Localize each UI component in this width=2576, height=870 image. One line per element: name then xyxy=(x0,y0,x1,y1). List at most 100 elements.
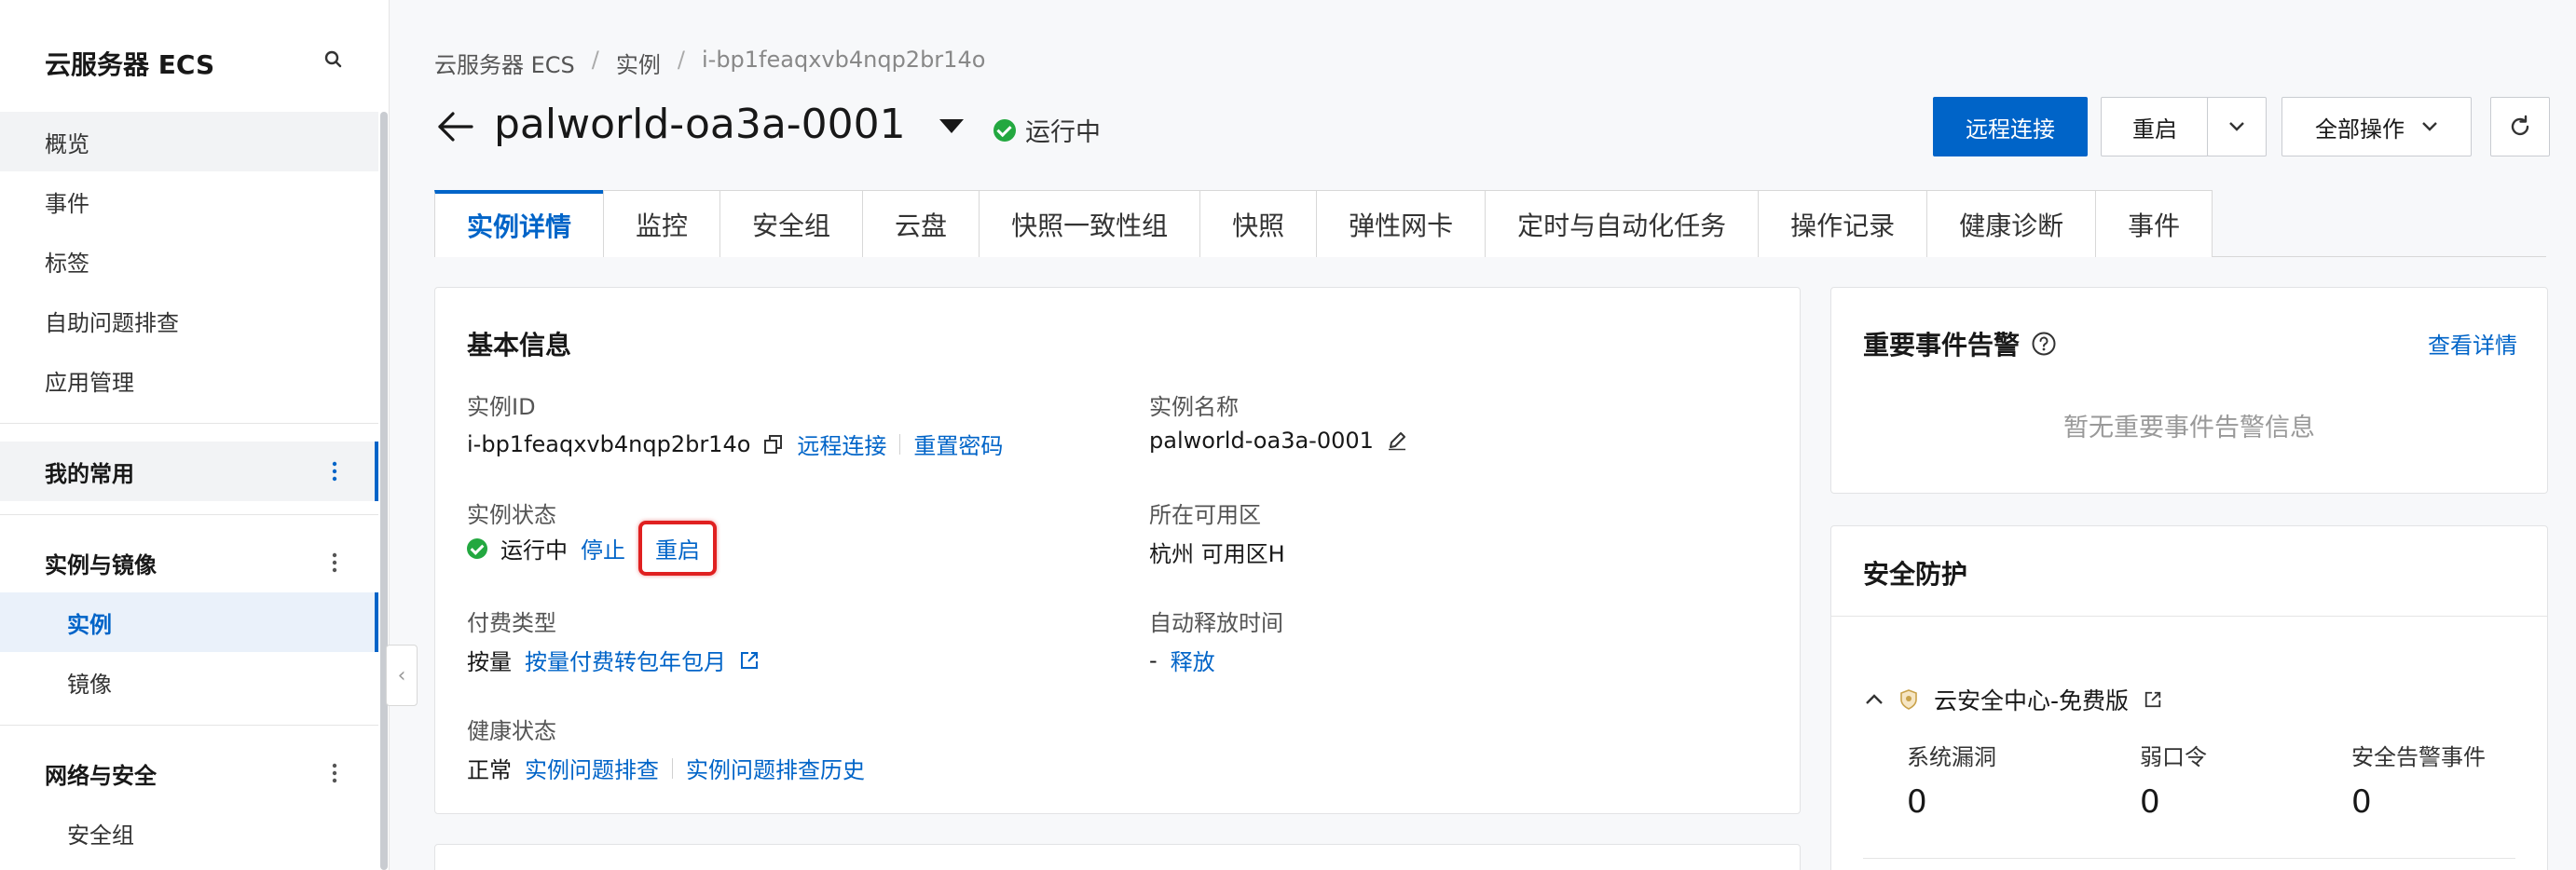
alerts-empty-text: 暂无重要事件告警信息 xyxy=(2063,414,2315,442)
sidebar-item-self-troubleshoot[interactable]: 自助问题排查 xyxy=(0,291,378,350)
check-circle-icon xyxy=(993,118,1016,142)
more-icon[interactable] xyxy=(332,551,337,574)
check-circle-icon xyxy=(467,537,487,559)
chevron-left-icon: ‹ xyxy=(397,663,406,687)
instance-name-label: 实例名称 xyxy=(1149,394,1239,420)
tab-disks[interactable]: 云盘 xyxy=(862,190,980,257)
stop-link[interactable]: 停止 xyxy=(581,532,625,564)
remote-connect-button[interactable]: 远程连接 xyxy=(1933,97,2088,156)
sidebar-group-network-security[interactable]: 网络与安全 xyxy=(0,743,378,803)
release-link[interactable]: 释放 xyxy=(1171,644,1215,676)
tab-eni[interactable]: 弹性网卡 xyxy=(1316,190,1486,257)
auto-release-label: 自动释放时间 xyxy=(1149,610,1283,636)
breadcrumb-instances[interactable]: 实例 xyxy=(616,47,661,79)
edit-icon[interactable] xyxy=(1387,430,1407,451)
sidebar: 云服务器 ECS 概览 事件 标签 自助问题排查 应用管理 我的常用 实例与镜像… xyxy=(0,0,390,870)
reset-password-link[interactable]: 重置密码 xyxy=(913,428,1003,460)
tab-snapshot-consistency-groups[interactable]: 快照一致性组 xyxy=(979,190,1200,257)
caret-down-icon[interactable] xyxy=(939,119,964,134)
tab-events[interactable]: 事件 xyxy=(2095,190,2213,257)
chevron-down-icon xyxy=(2422,122,2437,131)
instance-troubleshoot-link[interactable]: 实例问题排查 xyxy=(525,752,659,784)
breadcrumb-current: i-bp1feaqxvb4nqp2br14o xyxy=(701,47,986,73)
zone-label: 所在可用区 xyxy=(1149,502,1261,528)
sidebar-item-instances[interactable]: 实例 xyxy=(0,592,378,652)
convert-subscription-link[interactable]: 按量付费转包年包月 xyxy=(525,644,726,676)
copy-icon[interactable] xyxy=(763,434,784,455)
refresh-icon xyxy=(2511,115,2529,136)
sidebar-item-overview[interactable]: 概览 xyxy=(0,112,378,171)
system-vulnerabilities-count[interactable]: 0 xyxy=(1907,783,1927,821)
weak-password-label: 弱口令 xyxy=(2140,744,2207,770)
tab-security-groups[interactable]: 安全组 xyxy=(719,190,863,257)
sidebar-divider xyxy=(0,514,378,515)
chevron-down-icon xyxy=(2229,122,2244,131)
troubleshoot-history-link[interactable]: 实例问题排查历史 xyxy=(686,752,865,784)
tab-health-diagnosis[interactable]: 健康诊断 xyxy=(1926,190,2096,257)
important-alerts-card: 重要事件告警 查看详情 暂无重要事件告警信息 xyxy=(1830,287,2548,494)
tab-operation-logs[interactable]: 操作记录 xyxy=(1758,190,1927,257)
auto-release-value: - 释放 xyxy=(1149,644,1215,676)
divider xyxy=(1863,858,2515,859)
restart-dropdown-button[interactable] xyxy=(2207,97,2267,156)
sidebar-collapse-button[interactable]: ‹ xyxy=(386,645,418,706)
divider xyxy=(672,757,673,779)
billing-type-value: 按量 按量付费转包年包月 xyxy=(467,644,760,676)
external-link-icon[interactable] xyxy=(739,650,760,671)
instance-id-value: i-bp1feaqxvb4nqp2br14o 远程连接 重置密码 xyxy=(467,428,1003,460)
health-status-label: 健康状态 xyxy=(467,718,556,744)
security-alerts-count[interactable]: 0 xyxy=(2351,783,2372,821)
sidebar-item-security-groups[interactable]: 安全组 xyxy=(0,803,378,863)
sidebar-item-app-management[interactable]: 应用管理 xyxy=(0,350,378,410)
weak-password-count[interactable]: 0 xyxy=(2140,783,2160,821)
divider xyxy=(1831,616,2547,617)
view-details-link[interactable]: 查看详情 xyxy=(2428,327,2517,360)
help-icon[interactable] xyxy=(2031,331,2057,357)
tab-scheduled-tasks[interactable]: 定时与自动化任务 xyxy=(1485,190,1759,257)
tab-instance-details[interactable]: 实例详情 xyxy=(434,190,604,257)
basic-info-card: 基本信息 实例ID i-bp1feaqxvb4nqp2br14o 远程连接 重置… xyxy=(434,287,1801,814)
sidebar-divider xyxy=(0,725,378,726)
sidebar-divider xyxy=(0,423,378,424)
tab-monitoring[interactable]: 监控 xyxy=(603,190,720,257)
zone-value: 杭州 可用区H xyxy=(1149,541,1285,567)
shield-icon xyxy=(1900,689,1917,710)
billing-type-label: 付费类型 xyxy=(467,610,556,636)
security-alerts-label: 安全告警事件 xyxy=(2351,744,2486,770)
system-vulnerabilities-label: 系统漏洞 xyxy=(1907,744,1996,770)
breadcrumb-ecs[interactable]: 云服务器 ECS xyxy=(434,47,575,79)
divider xyxy=(899,433,901,455)
security-protection-card: 安全防护 云安全中心-免费版 系统漏洞 0 弱口令 0 安全告警事件 0 xyxy=(1830,525,2548,870)
security-center-row[interactable]: 云安全中心-免费版 xyxy=(1865,683,2162,716)
restart-button[interactable]: 重启 xyxy=(2101,97,2209,156)
breadcrumb: 云服务器 ECS / 实例 / i-bp1feaqxvb4nqp2br14o xyxy=(434,47,985,79)
next-card xyxy=(434,844,1801,870)
sidebar-item-tags[interactable]: 标签 xyxy=(0,231,378,291)
page-title: palworld-oa3a-0001 xyxy=(494,101,906,148)
instance-id-label: 实例ID xyxy=(467,394,536,420)
search-icon[interactable] xyxy=(321,47,347,73)
refresh-button[interactable] xyxy=(2490,97,2550,156)
basic-info-title: 基本信息 xyxy=(467,330,572,360)
all-operations-button[interactable]: 全部操作 xyxy=(2281,97,2472,156)
sidebar-item-images[interactable]: 镜像 xyxy=(0,652,378,712)
health-status-value: 正常 实例问题排查 实例问题排查历史 xyxy=(467,752,865,784)
remote-connect-link[interactable]: 远程连接 xyxy=(797,428,886,460)
sidebar-group-instances-images[interactable]: 实例与镜像 xyxy=(0,533,378,592)
more-icon[interactable] xyxy=(332,762,337,784)
breadcrumb-separator: / xyxy=(591,47,599,73)
tab-snapshots[interactable]: 快照 xyxy=(1199,190,1317,257)
sidebar-item-events[interactable]: 事件 xyxy=(0,171,378,231)
external-link-icon[interactable] xyxy=(2144,690,2162,709)
sidebar-group-favorites[interactable]: 我的常用 xyxy=(0,442,378,501)
sidebar-title: 云服务器 ECS xyxy=(45,49,215,80)
back-arrow-icon[interactable] xyxy=(434,106,475,147)
restart-link[interactable]: 重启 xyxy=(638,521,717,576)
chevron-up-icon[interactable] xyxy=(1865,693,1884,706)
instance-name-value: palworld-oa3a-0001 xyxy=(1149,428,1407,454)
status-badge: 运行中 xyxy=(993,112,1101,148)
breadcrumb-separator: / xyxy=(677,47,685,73)
instance-status-value: 运行中 停止 重启 xyxy=(467,521,717,576)
sidebar-scrollbar[interactable] xyxy=(380,112,388,870)
more-icon[interactable] xyxy=(332,460,337,483)
